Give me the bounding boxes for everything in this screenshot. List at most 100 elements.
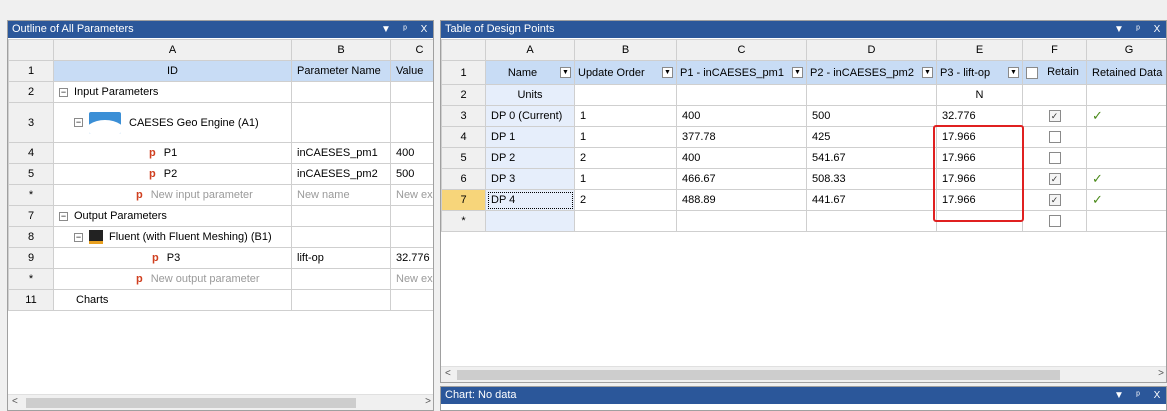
retain-all-checkbox[interactable]: [1026, 66, 1038, 79]
close-icon[interactable]: X: [1152, 387, 1162, 404]
update-order-cell[interactable]: 1: [574, 168, 677, 190]
retain-checkbox[interactable]: ✓: [1048, 173, 1061, 186]
value-cell[interactable]: 500: [390, 163, 433, 185]
p2-cell[interactable]: 541.67: [806, 147, 937, 169]
update-order-cell[interactable]: 1: [574, 105, 677, 127]
header-value[interactable]: Value: [390, 60, 433, 82]
dropdown-icon[interactable]: ▼: [381, 21, 391, 38]
header-p2[interactable]: P2 - inCAESES_pm2: [810, 67, 914, 79]
table-row[interactable]: 3 DP 0 (Current) 1 400 500 32.776 ✓ ✓: [441, 105, 1166, 127]
header-parameter-name[interactable]: Parameter Name: [291, 60, 391, 82]
header-p3[interactable]: P3 - lift-op: [940, 67, 990, 79]
new-expression-cell[interactable]: New expression: [390, 184, 433, 206]
filter-dropdown-icon[interactable]: ▼: [662, 67, 673, 78]
table-row[interactable]: 4 DP 1 1 377.78 425 17.966: [441, 126, 1166, 148]
p1-cell[interactable]: 377.78: [676, 126, 807, 148]
retain-checkbox[interactable]: [1048, 131, 1061, 144]
col-letter-c[interactable]: C: [390, 39, 433, 61]
collapse-icon[interactable]: −: [74, 232, 83, 242]
table-row[interactable]: 2 − Input Parameters: [8, 81, 433, 103]
dropdown-icon[interactable]: ▼: [1114, 387, 1124, 404]
header-p1[interactable]: P1 - inCAESES_pm1: [680, 67, 784, 79]
scroll-thumb[interactable]: [26, 398, 356, 408]
table-row[interactable]: 6 DP 3 1 466.67 508.33 17.966 ✓ ✓: [441, 168, 1166, 190]
dp-name-cell[interactable]: DP 0 (Current): [485, 105, 575, 127]
table-row[interactable]: 5 p P2 inCAESES_pm2 500: [8, 163, 433, 185]
header-retained-data[interactable]: Retained Data: [1086, 60, 1166, 85]
header-retain[interactable]: Retain: [1047, 66, 1079, 78]
p1-cell[interactable]: 488.89: [676, 189, 807, 211]
p1-cell[interactable]: 466.67: [676, 168, 807, 190]
scroll-left-icon[interactable]: <: [12, 396, 18, 407]
p2-cell[interactable]: 441.67: [806, 189, 937, 211]
scroll-thumb[interactable]: [457, 370, 1060, 380]
pin-icon[interactable]: ᵖ: [1133, 387, 1143, 404]
new-dp-name-cell[interactable]: [485, 210, 575, 232]
p2-cell[interactable]: 508.33: [806, 168, 937, 190]
table-row[interactable]: 5 DP 2 2 400 541.67 17.966: [441, 147, 1166, 169]
col-letter-b[interactable]: B: [574, 39, 677, 61]
filter-dropdown-icon[interactable]: ▼: [1008, 67, 1019, 78]
new-expression-cell[interactable]: New expression: [390, 268, 433, 290]
retain-checkbox[interactable]: ✓: [1048, 110, 1061, 123]
collapse-icon[interactable]: −: [59, 87, 68, 97]
header-update-order[interactable]: Update Order: [578, 67, 645, 79]
close-icon[interactable]: X: [1152, 21, 1162, 38]
close-icon[interactable]: X: [419, 21, 429, 38]
scroll-left-icon[interactable]: <: [445, 368, 451, 379]
update-order-cell[interactable]: 1: [574, 126, 677, 148]
new-design-point-row[interactable]: *: [441, 210, 1166, 232]
filter-dropdown-icon[interactable]: ▼: [560, 67, 571, 78]
retain-checkbox[interactable]: [1048, 152, 1061, 165]
p1-cell[interactable]: 400: [676, 105, 807, 127]
new-name-cell[interactable]: New name: [291, 184, 391, 206]
table-row[interactable]: 4 p P1 inCAESES_pm1 400: [8, 142, 433, 164]
table-row[interactable]: * pNew output parameter New expression: [8, 268, 433, 290]
col-letter-b[interactable]: B: [291, 39, 391, 61]
table-row[interactable]: 7 − Output Parameters: [8, 205, 433, 227]
table-row[interactable]: 3 − CAESES Geo Engine (A1): [8, 102, 433, 143]
value-cell[interactable]: 400: [390, 142, 433, 164]
new-input-parameter[interactable]: New input parameter: [151, 189, 253, 201]
table-row[interactable]: 7 DP 4 2 488.89 441.67 17.966 ✓ ✓: [441, 189, 1166, 211]
scroll-right-icon[interactable]: >: [425, 396, 431, 407]
outline-horizontal-scrollbar[interactable]: < >: [8, 394, 433, 410]
table-row[interactable]: 11 Charts: [8, 289, 433, 311]
col-letter-d[interactable]: D: [806, 39, 937, 61]
parameter-name-cell[interactable]: inCAESES_pm2: [291, 163, 391, 185]
dp-name-cell[interactable]: DP 2: [485, 147, 575, 169]
col-letter-a[interactable]: A: [485, 39, 575, 61]
pin-icon[interactable]: ᵖ: [1133, 21, 1143, 38]
filter-dropdown-icon[interactable]: ▼: [922, 67, 933, 78]
parameter-name-cell[interactable]: inCAESES_pm1: [291, 142, 391, 164]
collapse-icon[interactable]: −: [59, 211, 68, 221]
dropdown-icon[interactable]: ▼: [1114, 21, 1124, 38]
table-row[interactable]: 9 p P3 lift-op 32.776: [8, 247, 433, 269]
dp-name-cell[interactable]: DP 4: [485, 189, 575, 211]
header-name[interactable]: Name: [489, 67, 556, 79]
retain-checkbox[interactable]: [1048, 215, 1061, 228]
col-letter-g[interactable]: G: [1086, 39, 1166, 61]
col-letter-e[interactable]: E: [936, 39, 1023, 61]
pin-icon[interactable]: ᵖ: [400, 21, 410, 38]
col-letter-a[interactable]: A: [53, 39, 292, 61]
retain-checkbox[interactable]: ✓: [1048, 194, 1061, 207]
value-cell[interactable]: 32.776: [390, 247, 433, 269]
design-points-horizontal-scrollbar[interactable]: < >: [441, 366, 1166, 382]
collapse-icon[interactable]: −: [74, 118, 83, 127]
update-order-cell[interactable]: 2: [574, 189, 677, 211]
parameter-name-cell[interactable]: lift-op: [291, 247, 391, 269]
p2-cell[interactable]: 425: [806, 126, 937, 148]
dp-name-cell[interactable]: DP 3: [485, 168, 575, 190]
table-row[interactable]: 8 − Fluent (with Fluent Meshing) (B1): [8, 226, 433, 248]
update-order-cell[interactable]: 2: [574, 147, 677, 169]
p2-cell[interactable]: 500: [806, 105, 937, 127]
col-letter-f[interactable]: F: [1022, 39, 1087, 61]
table-row[interactable]: * pNew input parameter New name New expr…: [8, 184, 433, 206]
p1-cell[interactable]: 400: [676, 147, 807, 169]
new-output-parameter[interactable]: New output parameter: [151, 273, 260, 285]
header-id[interactable]: ID: [53, 60, 292, 82]
filter-dropdown-icon[interactable]: ▼: [792, 67, 803, 78]
dp-name-cell[interactable]: DP 1: [485, 126, 575, 148]
scroll-right-icon[interactable]: >: [1158, 368, 1164, 379]
